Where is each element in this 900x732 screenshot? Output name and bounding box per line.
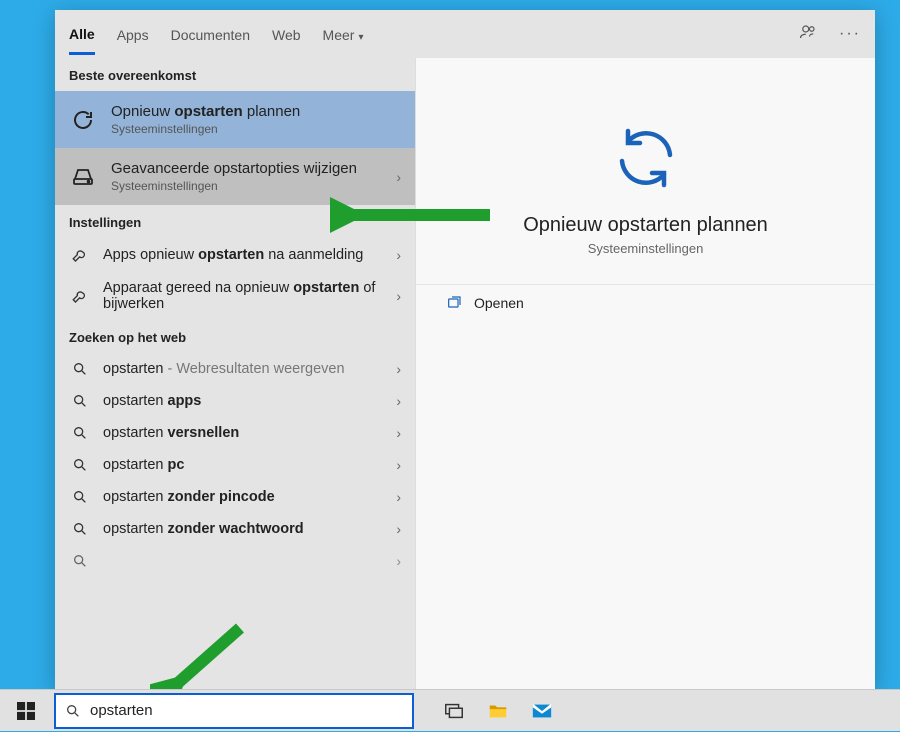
taskbar-pinned [414, 699, 554, 723]
search-icon [69, 489, 91, 505]
search-input[interactable] [90, 702, 412, 719]
settings-item-label: Apparaat gereed na opnieuw opstarten of … [103, 280, 384, 312]
result-subtitle: Systeeminstellingen [111, 179, 357, 193]
preview-action-open[interactable]: Openen [416, 285, 875, 321]
search-icon [69, 521, 91, 537]
result-restart-schedule[interactable]: Opnieuw opstarten plannen Systeeminstell… [55, 91, 415, 148]
web-item-3[interactable]: opstarten versnellen › [55, 417, 415, 449]
result-subtitle: Systeeminstellingen [111, 122, 300, 136]
chevron-right-icon[interactable]: › [396, 521, 401, 537]
search-icon [56, 703, 90, 719]
chevron-right-icon[interactable]: › [396, 553, 401, 569]
result-text: Geavanceerde opstartopties wijzigen Syst… [111, 160, 367, 193]
settings-item-device-ready[interactable]: Apparaat gereed na opnieuw opstarten of … [55, 272, 415, 320]
chevron-right-icon[interactable]: › [396, 425, 401, 441]
preview-action-label: Openen [474, 295, 524, 311]
wrench-icon [69, 246, 91, 264]
web-item-label: opstarten pc [103, 457, 384, 473]
settings-item-label: Apps opnieuw opstarten na aanmelding [103, 247, 384, 263]
tab-web[interactable]: Web [272, 15, 301, 53]
chevron-right-icon[interactable]: › [396, 288, 401, 304]
settings-item-restart-apps[interactable]: Apps opnieuw opstarten na aanmelding › [55, 238, 415, 272]
web-item-label: opstarten apps [103, 393, 384, 409]
search-icon [69, 393, 91, 409]
wrench-icon [69, 287, 91, 305]
start-search-panel: Alle Apps Documenten Web Meer ··· Beste … [55, 10, 875, 690]
result-title: Geavanceerde opstartopties wijzigen [111, 160, 357, 177]
drive-icon [69, 163, 97, 191]
tab-more[interactable]: Meer [323, 15, 364, 53]
web-item-7[interactable]: › [55, 545, 415, 577]
taskbar [0, 689, 900, 731]
chevron-right-icon[interactable]: › [396, 247, 401, 263]
web-item-6[interactable]: opstarten zonder wachtwoord › [55, 513, 415, 545]
section-best-match: Beste overeenkomst [55, 58, 415, 91]
web-item-5[interactable]: opstarten zonder pincode › [55, 481, 415, 513]
chevron-right-icon[interactable]: › [396, 169, 401, 185]
mail-icon[interactable] [530, 699, 554, 723]
file-explorer-icon[interactable] [486, 699, 510, 723]
search-icon [69, 361, 91, 377]
chevron-right-icon[interactable]: › [396, 457, 401, 473]
preview-subtitle: Systeeminstellingen [416, 241, 875, 256]
section-settings: Instellingen [55, 205, 415, 238]
web-item-label: opstarten zonder wachtwoord [103, 521, 384, 537]
search-icon [69, 425, 91, 441]
preview-title: Opnieuw opstarten plannen [416, 214, 875, 237]
web-item-2[interactable]: opstarten apps › [55, 385, 415, 417]
start-button[interactable] [0, 690, 52, 732]
section-web: Zoeken op het web [55, 320, 415, 353]
open-icon [444, 295, 464, 311]
chevron-right-icon[interactable]: › [396, 361, 401, 377]
tab-all[interactable]: Alle [69, 14, 95, 55]
web-item-label: opstarten versnellen [103, 425, 384, 441]
tab-documents[interactable]: Documenten [171, 15, 250, 53]
task-view-icon[interactable] [442, 699, 466, 723]
search-icon [69, 457, 91, 473]
search-results-column: Alle Apps Documenten Web Meer ··· Beste … [55, 10, 415, 690]
chevron-right-icon[interactable]: › [396, 489, 401, 505]
chevron-right-icon[interactable]: › [396, 393, 401, 409]
taskbar-search[interactable] [54, 693, 414, 729]
result-title: Opnieuw opstarten plannen [111, 103, 300, 120]
result-text: Opnieuw opstarten plannen Systeeminstell… [111, 103, 310, 136]
web-item-4[interactable]: opstarten pc › [55, 449, 415, 481]
web-item-label: opstarten - Webresultaten weergeven [103, 361, 384, 377]
search-icon [69, 553, 91, 569]
preview-icon [606, 118, 686, 198]
web-item-label [103, 553, 384, 569]
result-advanced-startup[interactable]: Geavanceerde opstartopties wijzigen Syst… [55, 148, 415, 205]
preview-pane: Opnieuw opstarten plannen Systeeminstell… [415, 10, 875, 690]
restart-icon [69, 106, 97, 134]
web-item-1[interactable]: opstarten - Webresultaten weergeven › [55, 353, 415, 385]
search-scope-tabs: Alle Apps Documenten Web Meer ··· [55, 10, 415, 58]
web-item-label: opstarten zonder pincode [103, 489, 384, 505]
tab-apps[interactable]: Apps [117, 15, 149, 53]
